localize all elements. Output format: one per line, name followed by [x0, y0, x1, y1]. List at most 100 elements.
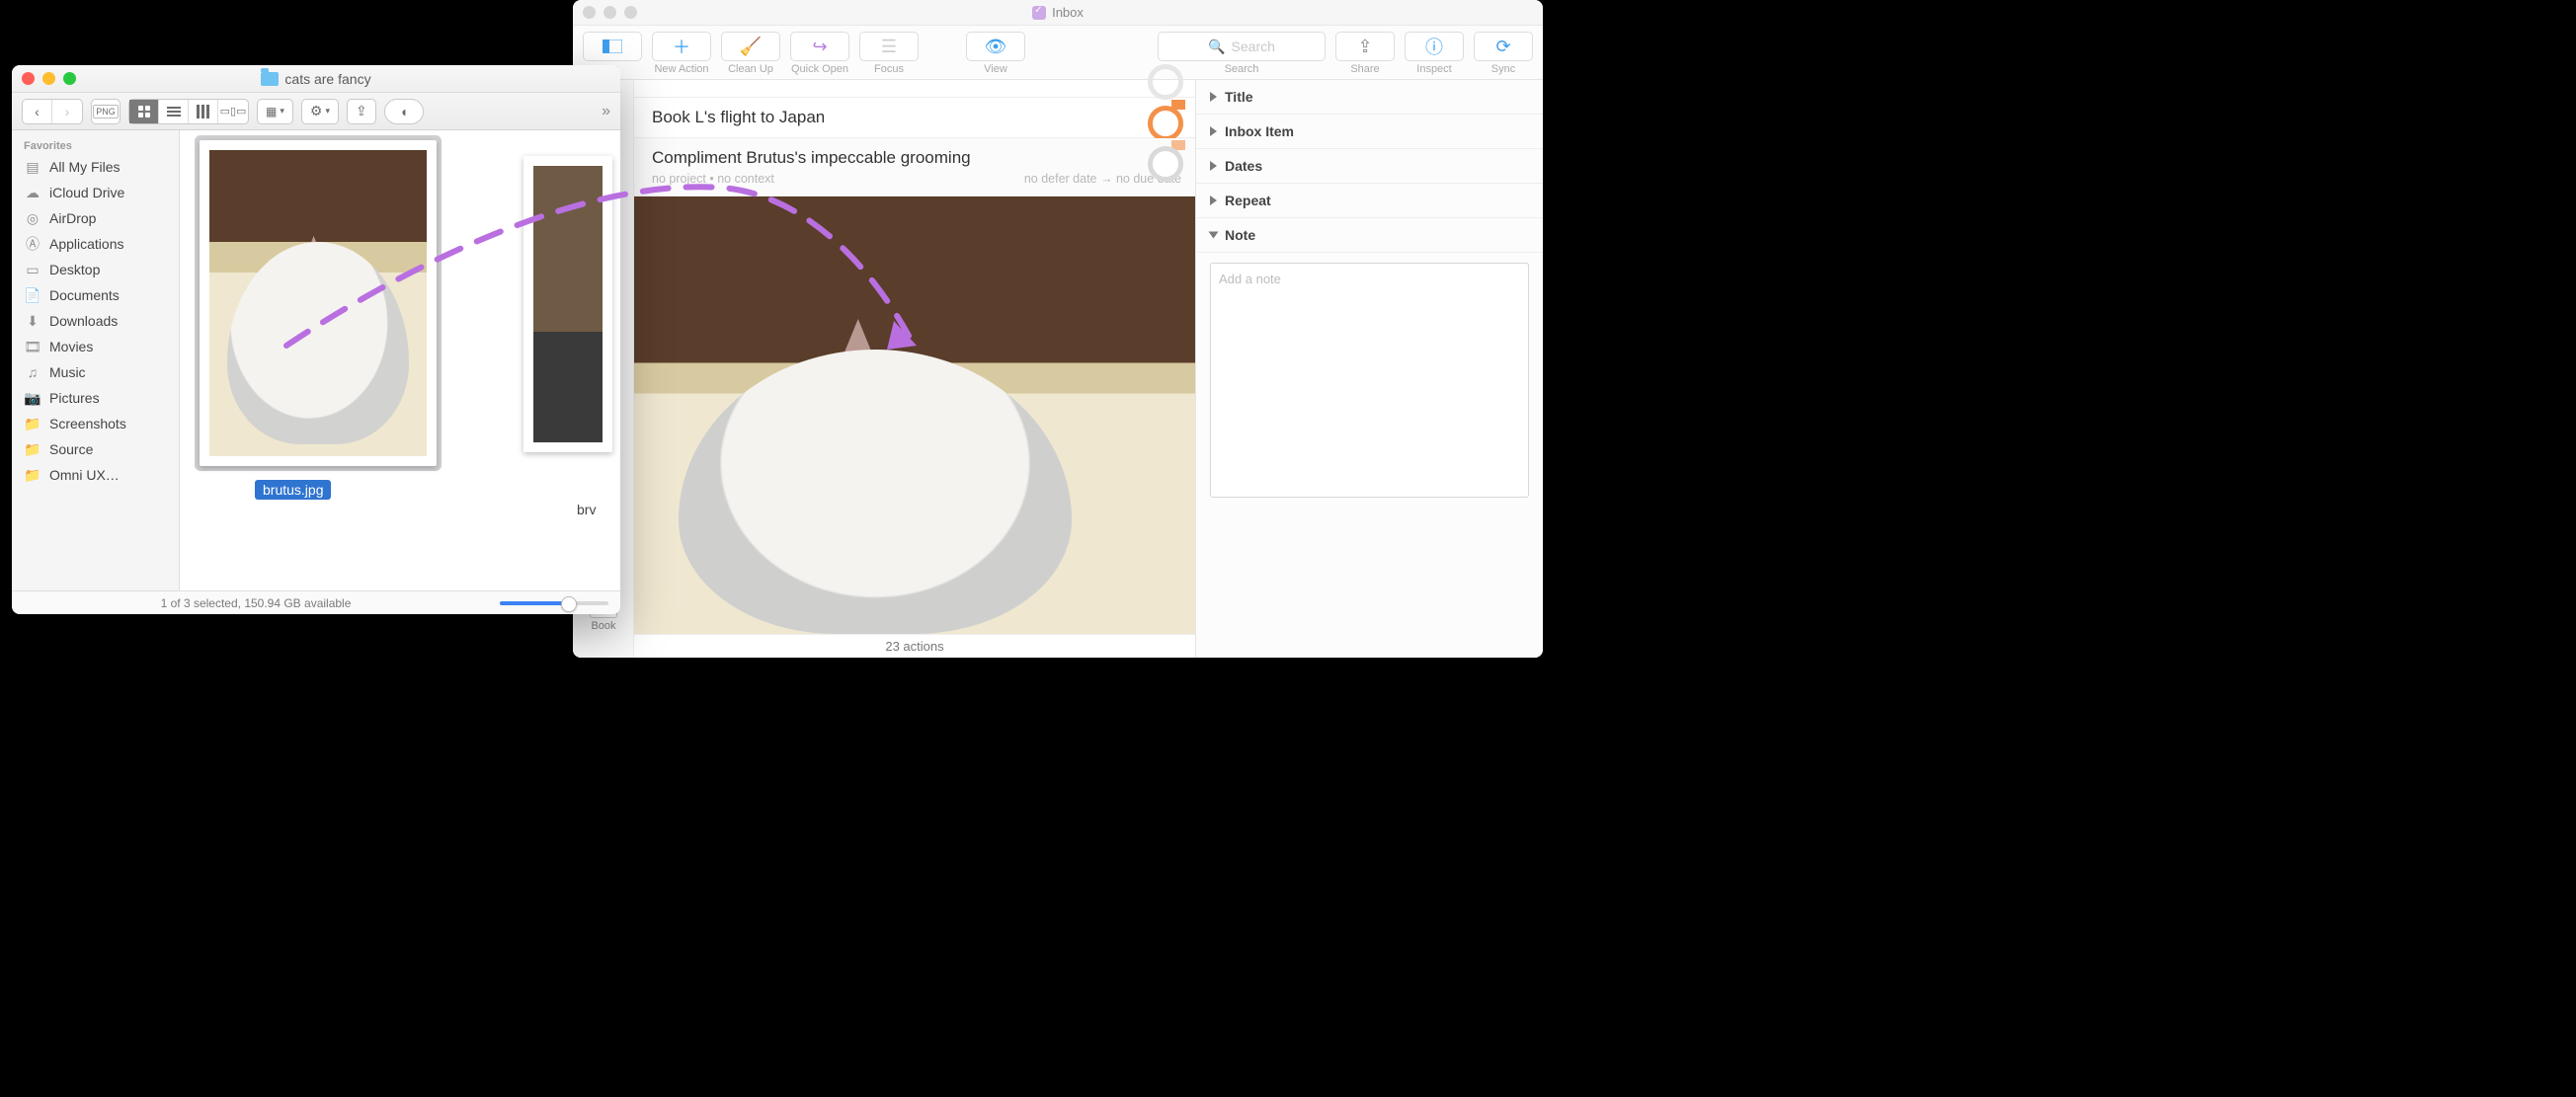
share-icon: ⇪ — [1357, 37, 1372, 57]
task-meta-left: no project • no context — [652, 172, 774, 186]
inspector-dates-section[interactable]: Dates — [1196, 149, 1543, 184]
task-row[interactable]: Book L's flight to Japan — [634, 98, 1195, 138]
file-thumbnail[interactable] — [200, 140, 437, 466]
inspector-title-section[interactable]: Title — [1196, 80, 1543, 115]
sync-button[interactable]: ⟳ Sync — [1474, 32, 1533, 75]
grid-arrange-icon: ▦ — [266, 105, 277, 118]
sidebar-item-downloads[interactable]: ⬇ Downloads — [12, 308, 179, 334]
down-icon: ⬇ — [24, 314, 41, 328]
folder-icon: 📁 — [24, 417, 41, 431]
finder-titlebar[interactable]: cats are fancy — [12, 65, 620, 93]
sidebar-item-movies[interactable]: 🎞Movies — [12, 334, 179, 359]
traffic-lights[interactable] — [583, 6, 637, 19]
zoom-icon[interactable] — [63, 72, 76, 85]
focus-button[interactable]: ☰ Focus — [859, 32, 919, 75]
film-icon: 🎞 — [24, 340, 41, 353]
status-text: 1 of 3 selected, 150.94 GB available — [24, 596, 488, 610]
toolbar-overflow[interactable]: » — [602, 103, 610, 120]
sidebar-item-all-my-files[interactable]: ▤All My Files — [12, 154, 179, 180]
sidebar-section-header: Favorites — [12, 136, 179, 154]
forward-button[interactable]: › — [52, 100, 82, 123]
inspector-inbox-section[interactable]: Inbox Item — [1196, 115, 1543, 149]
sidebar-item-label: iCloud Drive — [49, 185, 124, 200]
omnifocus-app-icon — [1032, 6, 1046, 20]
disclosure-icon[interactable] — [1210, 196, 1217, 205]
sidebar-item-source[interactable]: 📁Source — [12, 436, 179, 462]
search-field[interactable]: 🔍Search Search Search — [1158, 32, 1326, 75]
inspector-repeat-section[interactable]: Repeat — [1196, 184, 1543, 218]
sidebar-item-screenshots[interactable]: 📁Screenshots — [12, 411, 179, 436]
finder-content[interactable]: brutus.jpg brv — [180, 130, 620, 590]
chevron-down-icon: ▾ — [325, 106, 330, 117]
broom-icon: 🧹 — [740, 37, 762, 57]
clean-up-button[interactable]: 🧹 Clean Up — [721, 32, 780, 75]
sidebar-item-label: Music — [49, 364, 86, 380]
nav-back-forward[interactable]: ‹ › — [22, 99, 83, 124]
column-view-button[interactable] — [189, 100, 218, 123]
sidebar-item-applications[interactable]: ⒶApplications — [12, 231, 179, 257]
task-title[interactable]: Compliment Brutus's impeccable grooming — [652, 148, 1181, 168]
sidebar-item-label: Omni UX… — [49, 467, 120, 483]
desk-icon: ▭ — [24, 263, 41, 276]
file-name[interactable]: brv — [577, 502, 596, 517]
disclosure-icon[interactable] — [1210, 161, 1217, 171]
inspect-button[interactable]: ⓘ Inspect — [1405, 32, 1464, 75]
close-icon[interactable] — [22, 72, 35, 85]
traffic-lights[interactable] — [22, 72, 76, 85]
coverflow-view-button[interactable]: ▭▯▭ — [218, 100, 248, 123]
info-icon: ⓘ — [1425, 34, 1443, 59]
cat-image — [814, 319, 903, 428]
music-icon: ♫ — [24, 365, 41, 379]
sidebar-item-label: Pictures — [49, 390, 100, 406]
sidebar-item-documents[interactable]: 📄Documents — [12, 282, 179, 308]
sidebar-item-label: Downloads — [49, 313, 118, 329]
omni-main: Book L's flight to Japan Compliment Brut… — [634, 80, 1195, 658]
zoom-icon[interactable] — [624, 6, 637, 19]
file-thumbnail[interactable] — [523, 156, 612, 452]
finder-window: cats are fancy ‹ › PNG ▭▯▭ ▦ ▾ — [12, 65, 620, 614]
sidebar-item-desktop[interactable]: ▭ Desktop — [12, 257, 179, 282]
minimize-icon[interactable] — [604, 6, 616, 19]
sidebar-item-airdrop[interactable]: ◎AirDrop — [12, 205, 179, 231]
file-name-selected[interactable]: brutus.jpg — [255, 480, 331, 500]
status-circle[interactable] — [1148, 106, 1183, 141]
new-action-button[interactable]: ＋ New Action — [652, 32, 711, 75]
disclosure-icon[interactable] — [1210, 126, 1217, 136]
action-menu[interactable]: ⚙ ▾ — [301, 99, 339, 124]
columns-icon — [197, 105, 209, 118]
task-title[interactable]: Book L's flight to Japan — [652, 108, 1181, 127]
note-input[interactable]: Add a note — [1210, 263, 1529, 498]
sidebar-item-pictures[interactable]: 📷 Pictures — [12, 385, 179, 411]
folder-icon — [261, 72, 279, 86]
sidebar-item-label: All My Files — [49, 159, 121, 175]
status-circle[interactable] — [1148, 146, 1183, 182]
list-view-button[interactable] — [159, 100, 189, 123]
minimize-icon[interactable] — [42, 72, 55, 85]
inspector-note-section[interactable]: Note — [1196, 218, 1543, 253]
omni-titlebar[interactable]: Inbox — [573, 0, 1543, 26]
tag-icon: ◖ — [399, 104, 407, 119]
share-button[interactable]: ⇪ — [347, 99, 376, 124]
task-row[interactable]: Compliment Brutus's impeccable grooming … — [634, 138, 1195, 196]
close-icon[interactable] — [583, 6, 596, 19]
tags-button[interactable]: ◖ — [384, 99, 424, 124]
sidebar-item-omni-ux-[interactable]: 📁Omni UX… — [12, 462, 179, 488]
share-button[interactable]: ⇪ Share — [1335, 32, 1395, 75]
cam-icon: 📷 — [24, 391, 41, 405]
disclosure-icon[interactable] — [1210, 92, 1217, 102]
search-icon: 🔍 — [1208, 39, 1225, 55]
arrange-menu[interactable]: ▦ ▾ — [257, 99, 293, 124]
disclosure-icon[interactable] — [1209, 232, 1219, 239]
icon-size-slider[interactable] — [500, 601, 608, 605]
quick-open-button[interactable]: ↪ Quick Open — [790, 32, 849, 75]
sidebar-item-label: Desktop — [49, 262, 100, 277]
sidebar-item-icloud-drive[interactable]: ☁iCloud Drive — [12, 180, 179, 205]
view-button[interactable]: 👁 View — [966, 32, 1025, 75]
sidebar-item-music[interactable]: ♫ Music — [12, 359, 179, 385]
back-button[interactable]: ‹ — [23, 100, 52, 123]
view-mode-segment[interactable]: ▭▯▭ — [128, 99, 249, 124]
focus-icon: ☰ — [881, 37, 897, 57]
omni-status-bar: 23 actions — [634, 634, 1195, 658]
icon-view-button[interactable] — [129, 100, 159, 123]
filetype-menu[interactable]: PNG — [91, 99, 121, 124]
